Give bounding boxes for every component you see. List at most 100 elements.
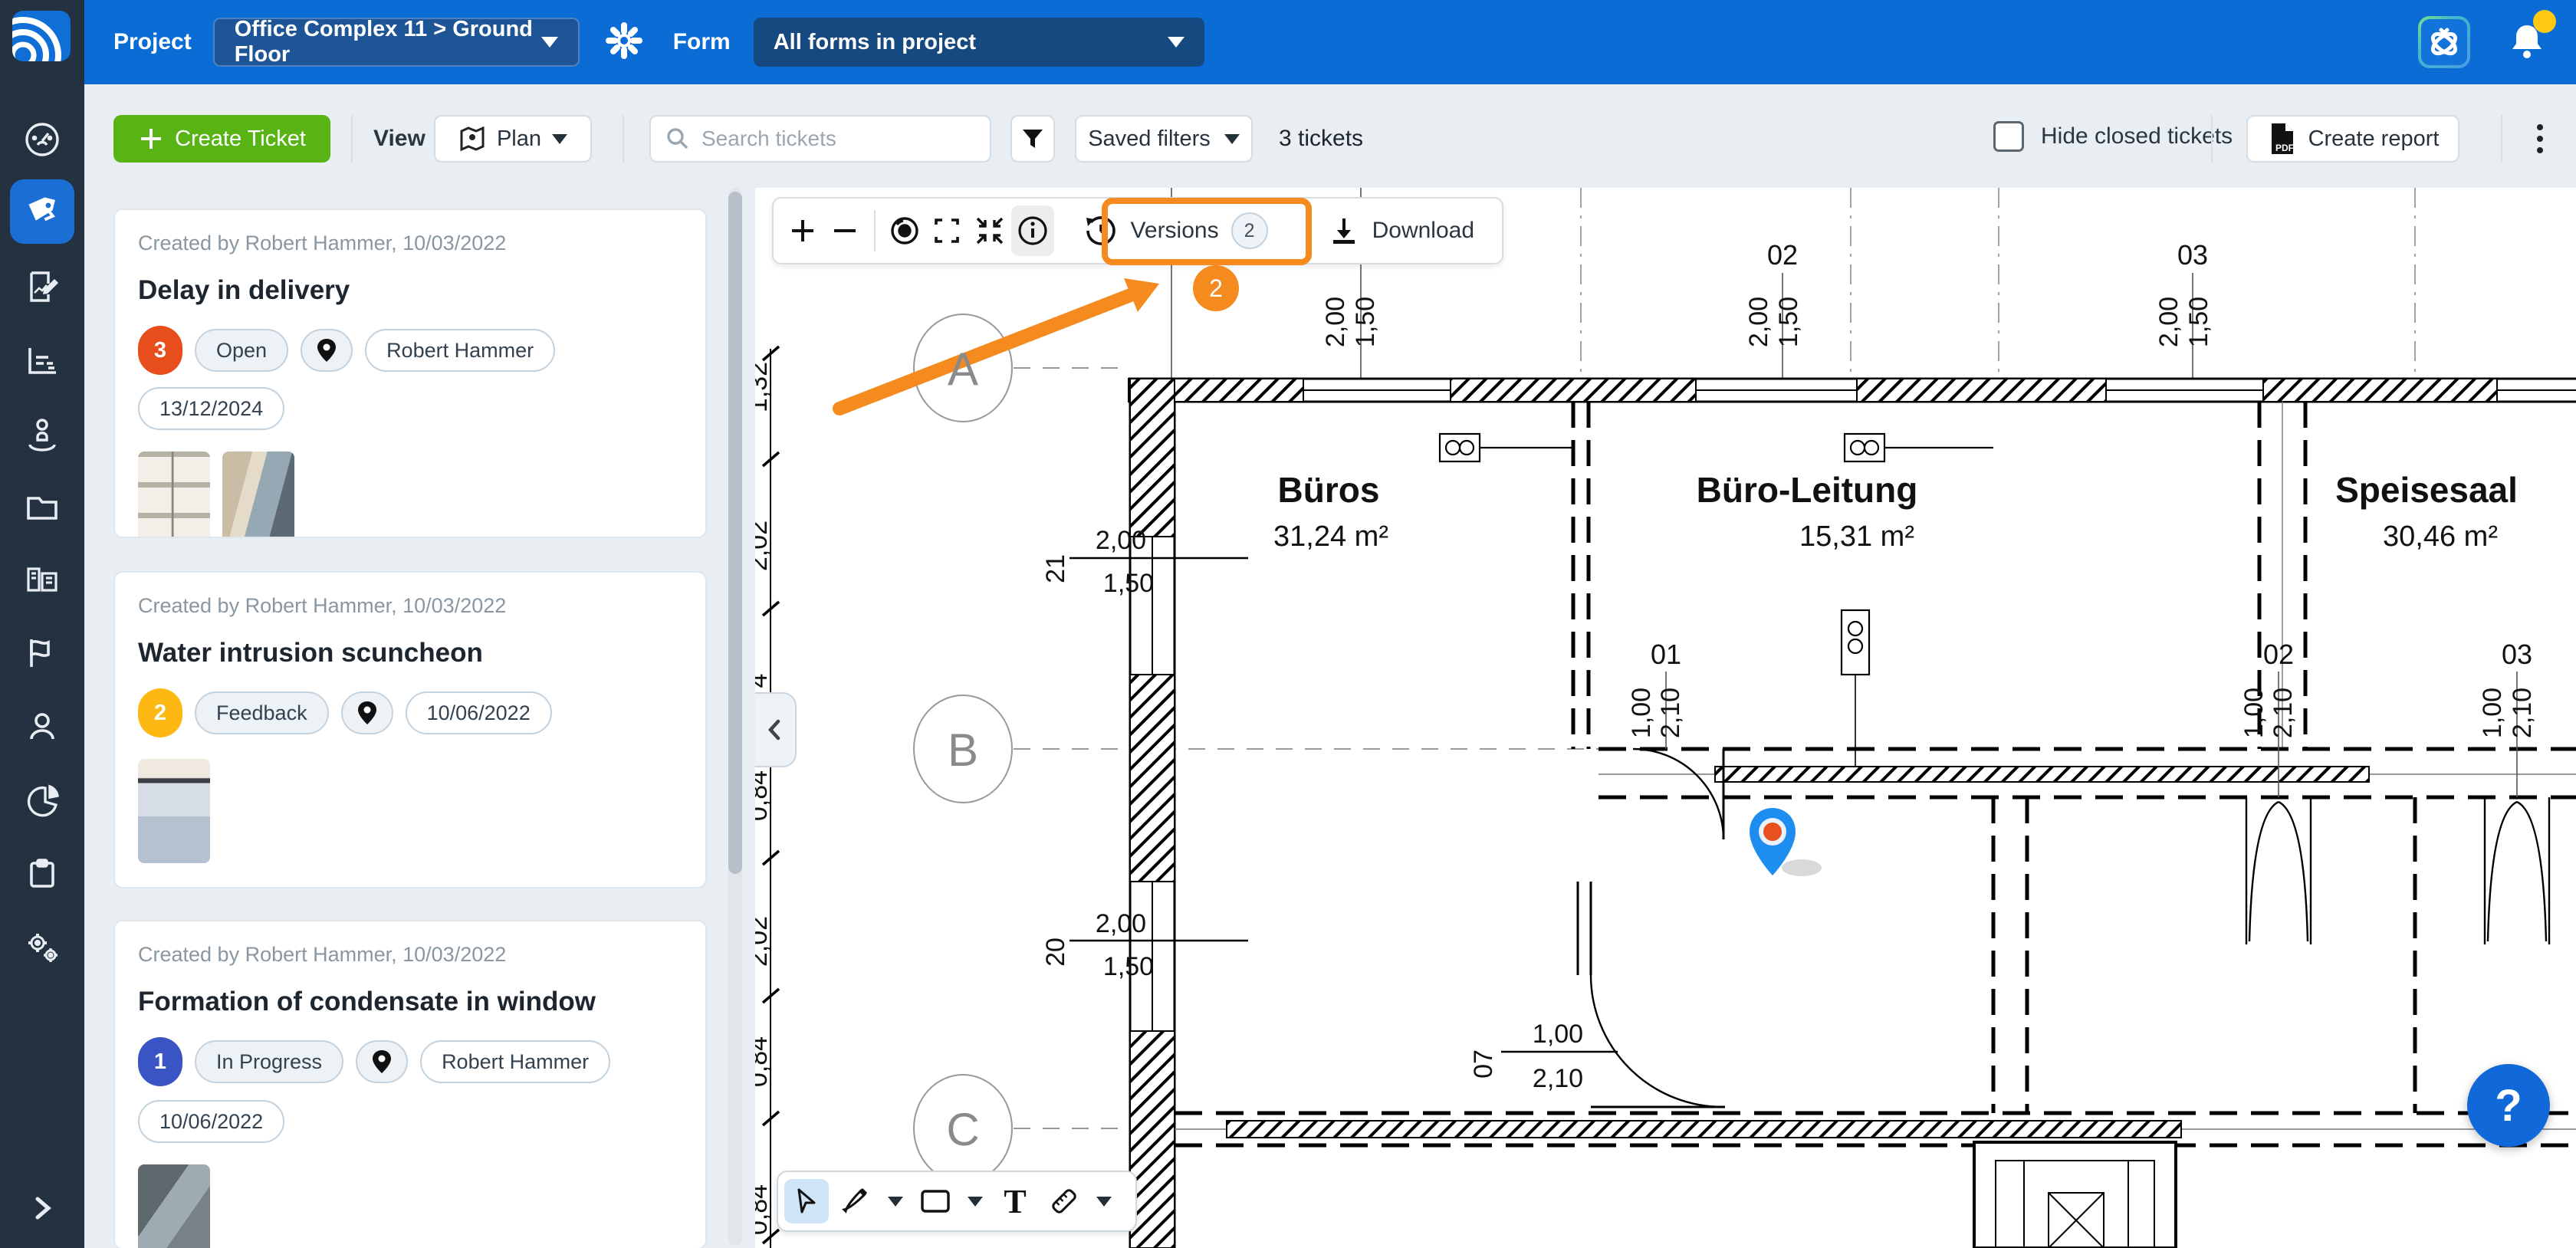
sidebar-item-documents[interactable] bbox=[21, 486, 64, 529]
sidebar-item-users[interactable] bbox=[21, 705, 64, 748]
plan-label: 1,00 bbox=[2478, 688, 2507, 738]
plus-icon bbox=[138, 126, 164, 152]
ticket-map-pin[interactable] bbox=[1746, 806, 1831, 884]
ticket-list-scrollbar-thumb[interactable] bbox=[728, 192, 742, 874]
search-tickets-input[interactable] bbox=[700, 126, 956, 152]
hide-closed-checkbox[interactable] bbox=[1993, 121, 2024, 152]
ticket-title: Formation of condensate in window bbox=[138, 987, 682, 1017]
caret-down-icon bbox=[1096, 1197, 1112, 1207]
filter-button[interactable] bbox=[1010, 115, 1055, 163]
location-pin-pill[interactable] bbox=[301, 329, 353, 372]
sidebar-item-site-inspection[interactable] bbox=[21, 412, 64, 455]
measure-tool-dropdown[interactable] bbox=[1091, 1179, 1117, 1223]
fit-to-view-button[interactable] bbox=[968, 205, 1011, 256]
caret-down-icon bbox=[1224, 134, 1240, 144]
divider bbox=[2211, 115, 2213, 163]
select-cursor-tool[interactable] bbox=[784, 1179, 829, 1223]
search-box bbox=[649, 115, 991, 163]
annotation-tools-bar: T bbox=[777, 1171, 1137, 1232]
due-date-pill: 10/06/2022 bbox=[138, 1100, 284, 1143]
sidebar-item-tickets[interactable] bbox=[10, 179, 74, 244]
download-button[interactable]: Download bbox=[1306, 203, 1494, 258]
pen-tool[interactable] bbox=[833, 1179, 878, 1223]
zoom-in-button[interactable] bbox=[781, 205, 824, 256]
sidebar-item-dashboard[interactable] bbox=[21, 118, 64, 161]
planradar-logo[interactable] bbox=[12, 11, 71, 61]
sidebar-item-reports[interactable] bbox=[21, 779, 64, 822]
plan-label: 21 bbox=[1041, 554, 1070, 583]
status-pill: In Progress bbox=[195, 1040, 343, 1083]
thumbnail-brick-wall[interactable] bbox=[138, 452, 210, 538]
divider bbox=[623, 115, 624, 163]
thumbnail-water-puddle[interactable] bbox=[138, 759, 210, 863]
versions-button[interactable]: Versions 2 bbox=[1065, 203, 1286, 258]
filter-funnel-icon bbox=[1020, 126, 1046, 152]
measure-tool[interactable] bbox=[1042, 1179, 1086, 1223]
ticket-tag-icon bbox=[21, 191, 63, 232]
plan-label: 0,84 bbox=[755, 1184, 773, 1235]
create-ticket-label: Create Ticket bbox=[175, 126, 306, 152]
sidebar-item-flags[interactable] bbox=[21, 632, 64, 675]
status-pill: Feedback bbox=[195, 691, 329, 734]
caret-down-icon bbox=[541, 37, 558, 48]
ticket-card[interactable]: Created by Robert Hammer, 10/03/2022 Wat… bbox=[113, 571, 707, 888]
plan-label: 2,10 bbox=[1533, 1064, 1583, 1093]
chevron-left-icon bbox=[762, 717, 788, 743]
help-button[interactable]: ? bbox=[2467, 1064, 2550, 1147]
plan-label: 1,50 bbox=[2184, 297, 2213, 347]
plan-label: 20 bbox=[1041, 938, 1070, 967]
due-date-pill: 13/12/2024 bbox=[138, 387, 284, 430]
cursor-icon bbox=[793, 1187, 820, 1215]
text-tool-icon: T bbox=[1004, 1182, 1026, 1221]
plan-label: A bbox=[948, 343, 978, 395]
zoom-out-button[interactable] bbox=[824, 205, 867, 256]
plan-label: 1,00 bbox=[1533, 1020, 1583, 1049]
thumbnail-condensate-window[interactable] bbox=[138, 1164, 210, 1248]
hide-closed-toggle[interactable]: Hide closed tickets bbox=[1993, 121, 2233, 152]
search-icon bbox=[665, 126, 691, 152]
location-pin-pill[interactable] bbox=[341, 691, 393, 734]
view-mode-dropdown[interactable]: Plan bbox=[434, 115, 592, 163]
create-report-button[interactable]: PDF Create report bbox=[2246, 115, 2459, 163]
plan-label: 1,50 bbox=[1103, 569, 1154, 598]
plan-info-button[interactable] bbox=[1011, 205, 1054, 256]
fullscreen-button[interactable] bbox=[926, 205, 969, 256]
plan-label: 1,00 bbox=[1627, 688, 1656, 738]
location-pin-pill[interactable] bbox=[356, 1040, 408, 1083]
project-selector-value: Office Complex 11 > Ground Floor bbox=[235, 17, 541, 67]
ticket-card[interactable]: Created by Robert Hammer, 10/03/2022 For… bbox=[113, 920, 707, 1248]
sidebar-item-settings[interactable] bbox=[21, 926, 64, 969]
pen-tool-dropdown[interactable] bbox=[882, 1179, 909, 1223]
thumbnail-office-window[interactable] bbox=[222, 452, 294, 538]
sidebar-item-tasks[interactable] bbox=[21, 852, 64, 895]
project-selector[interactable]: Office Complex 11 > Ground Floor bbox=[213, 18, 580, 67]
sidebar-item-statistics[interactable] bbox=[21, 339, 64, 382]
ticket-title: Delay in delivery bbox=[138, 275, 682, 306]
sidebar-expand-chevron-icon[interactable] bbox=[21, 1187, 64, 1230]
ticket-card[interactable]: Created by Robert Hammer, 10/03/2022 Del… bbox=[113, 209, 707, 538]
plan-label: 1,32 bbox=[755, 362, 773, 412]
map-icon bbox=[458, 125, 486, 153]
plan-label: 1,50 bbox=[1351, 297, 1380, 347]
project-settings-gear-icon[interactable] bbox=[606, 22, 642, 63]
plan-label: Büro-Leitung bbox=[1697, 470, 1918, 510]
shape-tool[interactable] bbox=[913, 1179, 958, 1223]
pdf-file-icon: PDF bbox=[2267, 122, 2298, 156]
ruler-icon bbox=[1049, 1186, 1079, 1217]
saved-filters-dropdown[interactable]: Saved filters bbox=[1075, 115, 1253, 163]
plan-label: 03 bbox=[2502, 639, 2532, 670]
form-selector[interactable]: All forms in project bbox=[754, 18, 1204, 67]
notifications-button[interactable] bbox=[2507, 21, 2547, 64]
text-tool[interactable]: T bbox=[993, 1179, 1037, 1223]
sidebar-item-forms[interactable] bbox=[21, 265, 64, 308]
ticket-title: Water intrusion scuncheon bbox=[138, 638, 682, 668]
more-options-kebab-menu[interactable] bbox=[2521, 120, 2559, 158]
shape-tool-dropdown[interactable] bbox=[962, 1179, 988, 1223]
apps-grid-button[interactable] bbox=[2418, 16, 2470, 68]
divider bbox=[351, 115, 353, 163]
create-ticket-button[interactable]: Create Ticket bbox=[113, 115, 330, 163]
history-icon bbox=[1083, 213, 1119, 248]
sidebar-item-company[interactable] bbox=[21, 558, 64, 601]
collapse-panel-button[interactable] bbox=[755, 692, 797, 767]
toggle-pins-eye-button[interactable] bbox=[883, 205, 926, 256]
